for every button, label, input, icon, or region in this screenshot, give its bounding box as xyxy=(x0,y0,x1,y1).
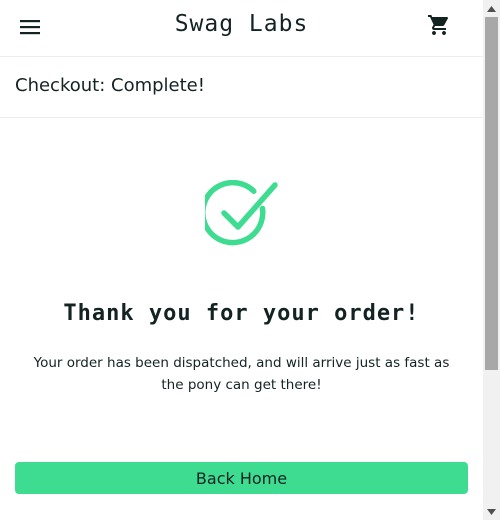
shopping-cart-button[interactable] xyxy=(426,14,452,40)
secondary-header: Checkout: Complete! xyxy=(0,57,483,118)
back-home-button[interactable]: Back Home xyxy=(15,462,468,494)
vertical-scrollbar[interactable] xyxy=(483,0,500,520)
page: Swag Labs Checkout: Complete! Thank you … xyxy=(0,0,500,520)
scroll-up-arrow-icon[interactable] xyxy=(483,0,500,17)
checkmark-circle-icon xyxy=(200,179,279,250)
complete-text: Your order has been dispatched, and will… xyxy=(33,355,450,393)
app-viewport: Swag Labs Checkout: Complete! Thank you … xyxy=(0,0,483,520)
app-logo-title: Swag Labs xyxy=(174,11,309,37)
shopping-cart-icon xyxy=(427,13,451,41)
complete-header: Thank you for your order! xyxy=(63,301,420,326)
scrollbar-thumb[interactable] xyxy=(485,17,498,370)
page-title: Checkout: Complete! xyxy=(15,75,205,96)
scroll-down-arrow-icon[interactable] xyxy=(483,503,500,520)
primary-header: Swag Labs xyxy=(0,0,483,57)
